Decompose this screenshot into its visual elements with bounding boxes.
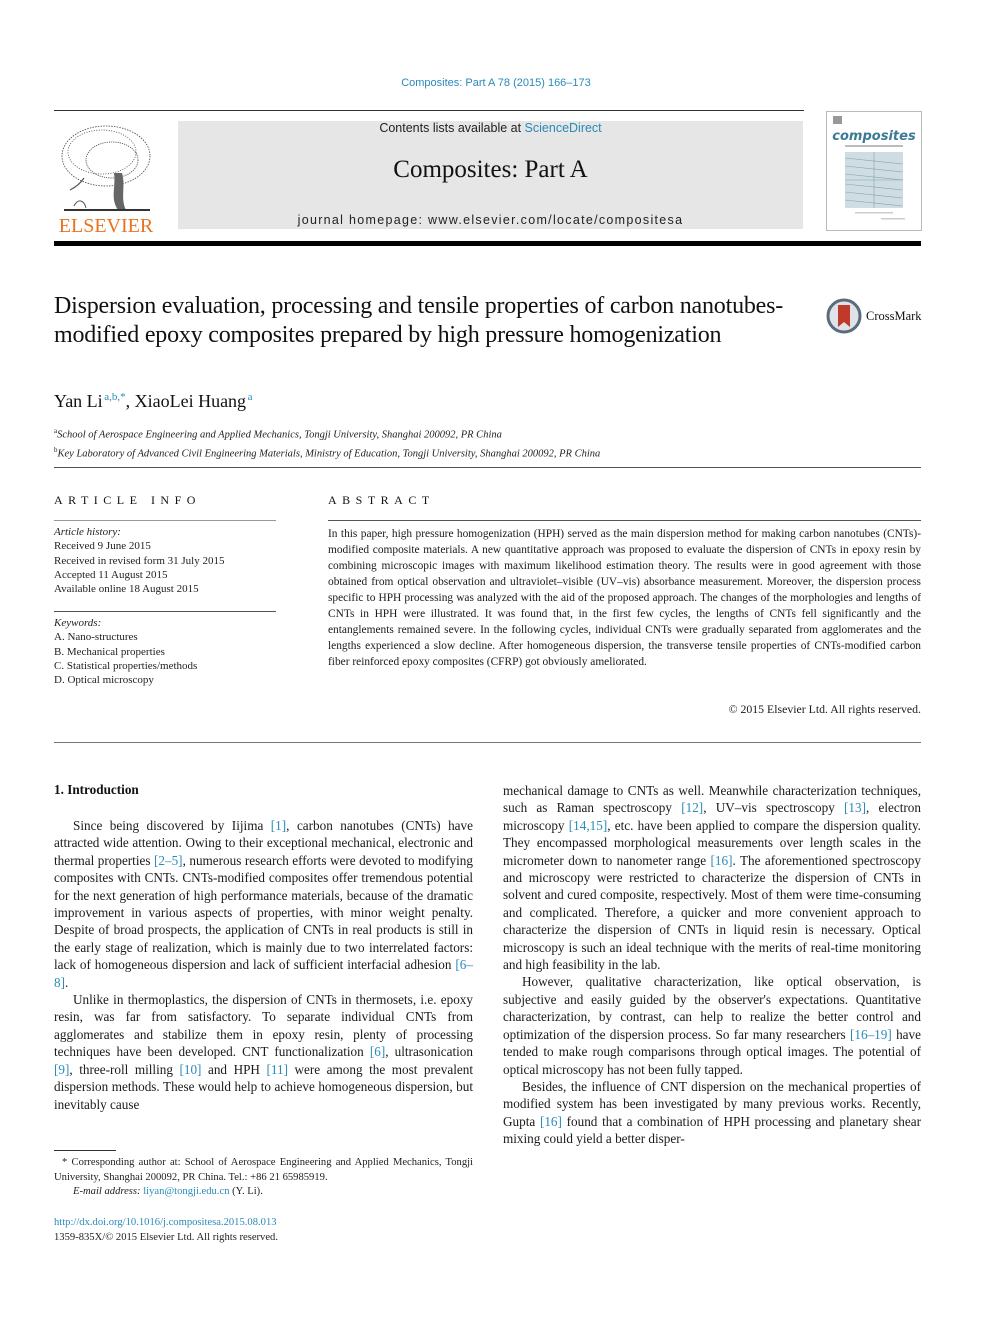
abstract-copyright: © 2015 Elsevier Ltd. All rights reserved… xyxy=(728,702,921,716)
journal-name: Composites: Part A xyxy=(393,156,588,183)
author-affiliation-marks[interactable]: a xyxy=(248,391,253,403)
body-text: and HPH xyxy=(201,1061,267,1077)
header-thick-rule xyxy=(54,241,921,246)
citation-link[interactable]: [6] xyxy=(370,1044,385,1059)
body-paragraph: Unlike in thermoplastics, the dispersion… xyxy=(54,991,473,1113)
author-list: Yan Li a,b,*, XiaoLei Huang a xyxy=(54,391,252,412)
journal-cover-thumbnail[interactable]: composites xyxy=(826,111,922,231)
body-text: found that a combination of HPH processi… xyxy=(503,1113,921,1147)
body-paragraph: However, qualitative characterization, l… xyxy=(503,973,921,1077)
abstract-bottom-rule xyxy=(54,742,921,743)
body-paragraph: Besides, the influence of CNT dispersion… xyxy=(503,1078,921,1148)
crossmark-icon xyxy=(826,298,862,334)
abstract-text: In this paper, high pressure homogenizat… xyxy=(328,528,921,668)
section-heading: 1. Introduction xyxy=(54,782,139,797)
history-item: Available online 18 August 2015 xyxy=(54,583,199,596)
body-text: , UV–vis spectroscopy xyxy=(703,800,845,816)
crossmark-button[interactable]: CrossMark xyxy=(826,296,926,336)
title-rule xyxy=(54,467,921,468)
body-text: , three-roll milling xyxy=(69,1061,180,1077)
citation-link[interactable]: [16] xyxy=(711,853,733,868)
author-separator: , xyxy=(125,391,135,411)
corresponding-author-note: * Corresponding author at: School of Aer… xyxy=(54,1157,473,1183)
header-top-rule xyxy=(54,110,804,111)
citation-link[interactable]: [13] xyxy=(844,800,866,815)
author-name[interactable]: Yan Li xyxy=(54,391,103,411)
journal-reference-link[interactable]: Composites: Part A 78 (2015) 166–173 xyxy=(0,77,992,89)
footnote-rule xyxy=(54,1150,116,1151)
article-title: Dispersion evaluation, processing and te… xyxy=(54,293,784,348)
body-text: , numerous research efforts were devoted… xyxy=(54,852,473,973)
email-link[interactable]: liyan@tongji.edu.cn xyxy=(143,1186,229,1197)
body-column-right: mechanical damage to CNTs as well. Meanw… xyxy=(503,782,921,1148)
citation-link[interactable]: [14,15] xyxy=(569,818,607,833)
issn-line: 1359-835X/© 2015 Elsevier Ltd. All right… xyxy=(54,1231,279,1243)
citation-link[interactable]: [2–5] xyxy=(154,853,183,868)
keyword-item: B. Mechanical properties xyxy=(54,645,165,658)
history-item: Accepted 11 August 2015 xyxy=(54,568,168,581)
citation-link[interactable]: [16–19] xyxy=(850,1027,892,1042)
body-text: . xyxy=(65,974,69,990)
body-paragraph: Since being discovered by Iijima [1], ca… xyxy=(54,817,473,991)
cover-title: composites xyxy=(832,129,916,144)
affiliation-item: bKey Laboratory of Advanced Civil Engine… xyxy=(54,443,600,462)
affiliation-text: School of Aerospace Engineering and Appl… xyxy=(57,429,502,441)
journal-homepage-link[interactable]: journal homepage: www.elsevier.com/locat… xyxy=(178,213,803,227)
keywords: Keywords: A. Nano-structures B. Mechanic… xyxy=(54,616,197,687)
citation-link[interactable]: [10] xyxy=(179,1062,201,1077)
affiliation-item: aSchool of Aerospace Engineering and App… xyxy=(54,424,600,443)
article-info-rule xyxy=(54,520,276,521)
email-suffix: (Y. Li). xyxy=(229,1186,263,1197)
affiliation-text: Key Laboratory of Advanced Civil Enginee… xyxy=(57,448,601,460)
author-name[interactable]: XiaoLei Huang xyxy=(135,391,246,411)
elsevier-logo[interactable]: ELSEVIER xyxy=(54,118,158,237)
email-line: E-mail address: liyan@tongji.edu.cn (Y. … xyxy=(54,1185,473,1200)
doi-link[interactable]: http://dx.doi.org/10.1016/j.compositesa.… xyxy=(54,1216,278,1231)
contents-prefix: Contents lists available at xyxy=(379,121,525,135)
sciencedirect-link[interactable]: ScienceDirect xyxy=(525,121,602,135)
footnote: * Corresponding author at: School of Aer… xyxy=(54,1156,473,1200)
keyword-item: A. Nano-structures xyxy=(54,631,138,644)
keyword-item: D. Optical microscopy xyxy=(54,674,154,687)
history-item: Received in revised form 31 July 2015 xyxy=(54,554,225,567)
contents-line: Contents lists available at ScienceDirec… xyxy=(178,121,803,135)
keywords-rule xyxy=(54,611,276,612)
abstract-heading: ABSTRACT xyxy=(328,493,435,507)
affiliations: aSchool of Aerospace Engineering and App… xyxy=(54,424,600,462)
body-text: Since being discovered by Iijima xyxy=(73,818,271,833)
abstract-rule xyxy=(328,520,921,521)
elsevier-tree-icon: ELSEVIER xyxy=(59,125,154,237)
body-paragraph: mechanical damage to CNTs as well. Meanw… xyxy=(503,782,921,973)
email-label: E-mail address: xyxy=(73,1186,144,1197)
body-column-left: Since being discovered by Iijima [1], ca… xyxy=(54,817,473,1113)
body-text: . The aforementioned spectroscopy and mi… xyxy=(503,852,921,973)
keywords-label: Keywords: xyxy=(54,617,102,629)
citation-link[interactable]: [16] xyxy=(540,1114,562,1129)
author-affiliation-marks[interactable]: a,b,* xyxy=(104,391,125,403)
article-history: Article history: Received 9 June 2015 Re… xyxy=(54,525,224,596)
body-text: , ultrasonication xyxy=(385,1044,473,1060)
citation-link[interactable]: [9] xyxy=(54,1062,69,1077)
history-label: Article history: xyxy=(54,526,121,538)
citation-link[interactable]: [11] xyxy=(266,1062,287,1077)
citation-link[interactable]: [1] xyxy=(271,818,286,833)
doi-block: http://dx.doi.org/10.1016/j.compositesa.… xyxy=(54,1216,278,1245)
keyword-item: C. Statistical properties/methods xyxy=(54,659,198,672)
article-info-heading: ARTICLE INFO xyxy=(54,493,201,507)
citation-link[interactable]: [12] xyxy=(681,800,703,815)
crossmark-label: CrossMark xyxy=(866,308,922,323)
elsevier-wordmark: ELSEVIER xyxy=(59,215,154,236)
history-item: Received 9 June 2015 xyxy=(54,540,151,553)
cover-image-icon: composites xyxy=(832,116,916,220)
